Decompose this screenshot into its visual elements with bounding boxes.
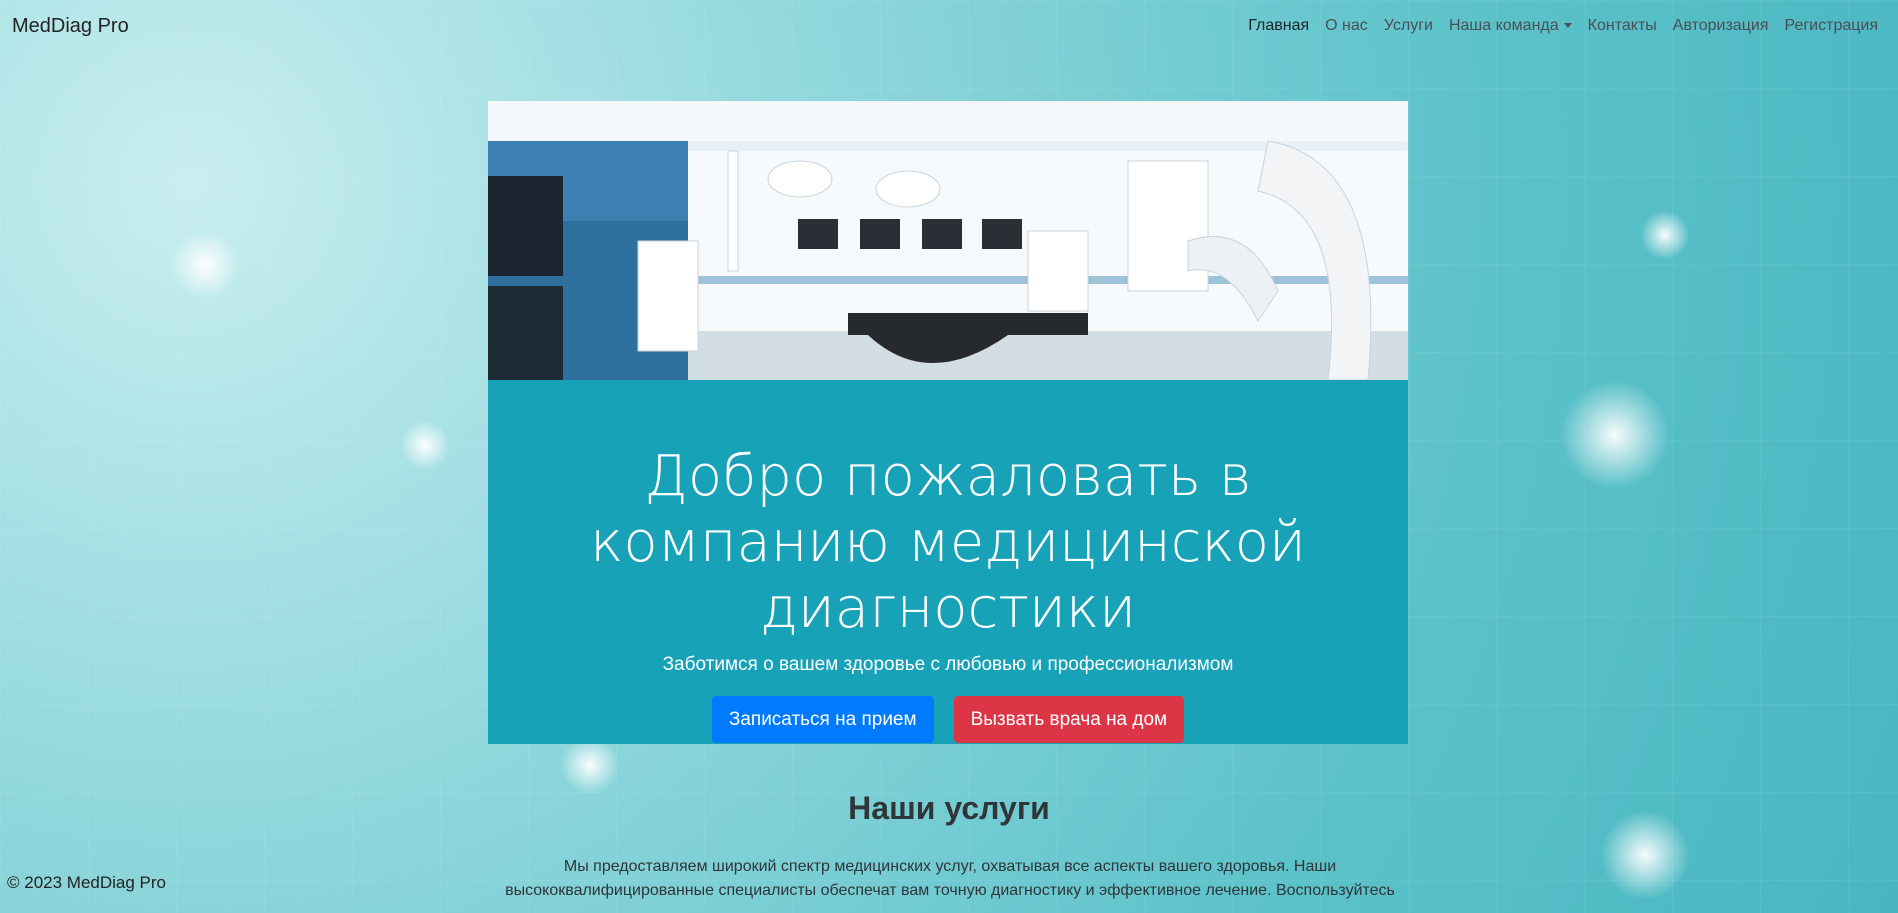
hero-body: Добро пожаловать в компанию медицинской … <box>488 380 1408 743</box>
caret-down-icon <box>1563 23 1572 29</box>
nav-link-about[interactable]: О нас <box>1317 17 1376 35</box>
services-description: Мы предоставляем широкий спектр медицинс… <box>505 858 1395 899</box>
book-appointment-button[interactable]: Записаться на прием <box>711 696 934 743</box>
top-navbar: MedDiag Pro Главная О нас Услуги Наша ко… <box>0 0 1898 52</box>
background-light <box>170 230 240 300</box>
footer-copyright: © 2023 MedDiag Pro <box>7 873 167 892</box>
nav-link-home[interactable]: Главная <box>1240 17 1317 35</box>
brand-logo[interactable]: MedDiag Pro <box>12 15 129 38</box>
services-title: Наши услуги <box>848 790 1050 826</box>
operating-room-illustration <box>488 101 1408 380</box>
hero-subtitle: Заботимся о вашем здоровье с любовью и п… <box>662 654 1234 675</box>
background-light <box>560 735 620 795</box>
hero-title: Добро пожаловать в компанию медицинской … <box>590 444 1306 641</box>
nav-link-contacts[interactable]: Контакты <box>1580 17 1665 35</box>
background-light <box>1640 210 1690 260</box>
call-doctor-home-button[interactable]: Вызвать врача на дом <box>953 696 1185 743</box>
nav-link-services[interactable]: Услуги <box>1376 17 1441 35</box>
nav-links: Главная О нас Услуги Наша команда Контак… <box>1240 17 1886 35</box>
nav-link-team-label: Наша команда <box>1448 17 1559 34</box>
background-light <box>400 420 450 470</box>
background-light <box>1560 380 1670 490</box>
hero-image-operating-room <box>488 101 1408 380</box>
hero-buttons: Записаться на прием Вызвать врача на дом <box>488 696 1408 743</box>
hero-card: Добро пожаловать в компанию медицинской … <box>488 101 1408 744</box>
nav-link-register[interactable]: Регистрация <box>1776 17 1886 35</box>
nav-link-login[interactable]: Авторизация <box>1665 17 1777 35</box>
nav-dropdown-team[interactable]: Наша команда <box>1441 17 1580 35</box>
